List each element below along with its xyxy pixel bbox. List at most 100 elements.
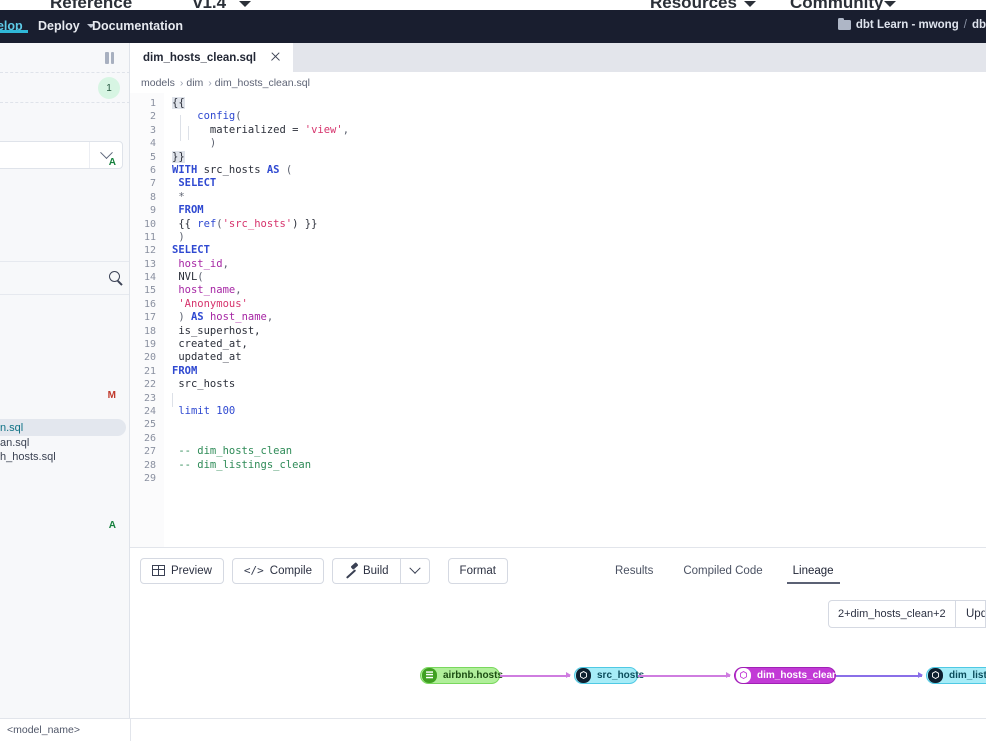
lineage-controls: 2+dim_hosts_clean+2 Update [828,600,986,628]
dbt-cloud-ide: Referencev1.4ResourcesCommunity velop De… [0,0,986,741]
breadcrumb-segment-file[interactable]: dim_hosts_clean.sql [215,77,310,89]
line-number: 21 [143,365,156,377]
close-icon[interactable] [270,51,281,62]
tab-compiled-code-label: Compiled Code [683,564,763,577]
breadcrumb-separator: › [208,76,212,89]
code-line-text: 'Anonymous' [172,298,248,311]
editor-tab-dim-hosts-clean[interactable]: dim_hosts_clean.sql [130,43,293,72]
code-line: 9 FROM [130,204,986,217]
code-line: 27 -- dim_hosts_clean [130,445,986,458]
build-button[interactable]: Build [331,557,400,584]
branch-select[interactable] [0,141,123,169]
format-button[interactable]: Format [447,557,508,584]
code-line-text: -- dim_listings_clean [172,459,311,472]
nav-item-deploy[interactable]: Deploy [38,19,96,33]
compile-button[interactable]: </> Compile [231,557,324,584]
line-number: 3 [149,124,156,136]
line-number: 25 [143,419,156,431]
code-token: ) [172,137,217,150]
lineage-node-dim-hosts-clean[interactable]: ⬡ dim_hosts_clean [734,667,838,684]
tab-lineage[interactable]: Lineage [778,548,849,593]
code-token: limit [178,404,210,417]
nav-item-develop[interactable]: velop [0,19,28,33]
compile-button-label: Compile [269,564,312,577]
build-button-group: Build [331,557,430,584]
file-item-label: h_hosts.sql [0,450,56,463]
lineage-selector-input[interactable]: 2+dim_hosts_clean+2 [828,600,956,628]
lineage-node-src-hosts[interactable]: ⬡ src_hosts [574,667,644,684]
line-number: 18 [143,325,156,337]
line-number: 6 [149,164,156,176]
code-token: AS [266,163,280,176]
account-breadcrumb[interactable]: dbt Learn - mwong / db [837,17,986,31]
preview-button[interactable]: Preview [140,557,224,584]
code-token: ( [197,271,204,284]
code-line: 17 ) AS host_name, [130,311,986,324]
folder-icon [837,17,851,30]
code-line: 20 updated_at [130,351,986,364]
hammer-icon [344,565,357,577]
file-status-modified: M [107,390,116,401]
columns-toggle-button[interactable] [105,52,120,64]
code-line: 11 ) [130,231,986,244]
status-bar: <model_name> [0,718,986,741]
code-line: 21 FROM [130,365,986,378]
code-token: 'view' [304,123,343,136]
line-number: 20 [143,352,156,364]
model-cube-icon: ⬡ [736,668,751,683]
build-dropdown-button[interactable] [399,557,430,584]
editor-tab-label: dim_hosts_clean.sql [143,51,257,64]
account-separator: / [963,19,967,31]
line-number: 23 [143,392,156,404]
code-token: -- dim_hosts_clean [172,445,293,458]
results-tab-group: Results Compiled Code Lineage [600,548,849,593]
branch-select-chevron[interactable] [89,142,122,168]
file-item-label: n.sql [0,421,24,434]
code-token: , [342,123,350,136]
file-search-row[interactable] [0,261,129,295]
account-name: dbt Learn - mwong [855,19,959,31]
tab-compiled-code[interactable]: Compiled Code [668,548,777,593]
file-item[interactable]: h_hosts.sql [0,448,117,465]
code-content[interactable]: 1{{2 config(3 materialized = 'view', 4 ) 5… [130,97,986,485]
code-line-text: }} [172,150,185,164]
line-number: 1 [149,98,156,109]
code-line: 28 -- dim_listings_clean [130,459,986,472]
preview-button-label: Preview [171,564,212,577]
code-line-text: FROM [172,204,203,217]
code-token: , [266,311,274,324]
code-line-text: config( [172,110,241,123]
lineage-update-button[interactable]: Update [956,600,986,628]
code-line-text: src_hosts [172,378,235,391]
code-token: }} [172,150,185,163]
lineage-node-dim-listings-with-hosts[interactable]: ⬡ dim_listings_with_hosts [926,667,986,684]
code-line-text: host_name, [172,284,241,297]
code-token: host_name [209,311,267,324]
breadcrumb-segment-dim[interactable]: dim [186,77,203,89]
line-number: 22 [143,379,156,391]
file-tree-sidebar: 1 A M n.sql an.sql h_hosts.sql A [0,43,130,718]
lineage-graph[interactable]: ☰ airbnb.hosts ⬡ src_hosts ⬡ dim_hosts_clean ⬡… [130,636,986,719]
code-line-text: ) [172,231,184,244]
code-line: 29 [130,472,986,485]
tab-results[interactable]: Results [600,548,668,593]
tab-results-label: Results [615,564,654,577]
line-number: 16 [143,298,156,310]
code-token: ) }} [292,217,318,230]
code-line: 14 NVL( [130,271,986,284]
nav-active-underline [0,30,28,33]
code-line-text: updated_at [172,351,241,364]
code-line: 8 * [130,191,986,204]
breadcrumb-segment-models[interactable]: models [141,77,175,89]
editor-column: dim_hosts_clean.sql models › dim › dim_h… [130,43,986,718]
code-editor[interactable]: 1{{2 config(3 materialized = 'view', 4 ) 5… [130,93,986,590]
lineage-node-airbnb-hosts[interactable]: ☰ airbnb.hosts [420,667,503,684]
code-line-text: ) [172,137,216,150]
status-bar-divider [130,719,131,741]
code-line: 26 [130,432,986,445]
line-number: 4 [149,138,156,150]
model-cube-icon: ⬡ [928,668,943,683]
code-icon: </> [243,564,264,577]
nav-item-documentation[interactable]: Documentation [92,19,183,33]
